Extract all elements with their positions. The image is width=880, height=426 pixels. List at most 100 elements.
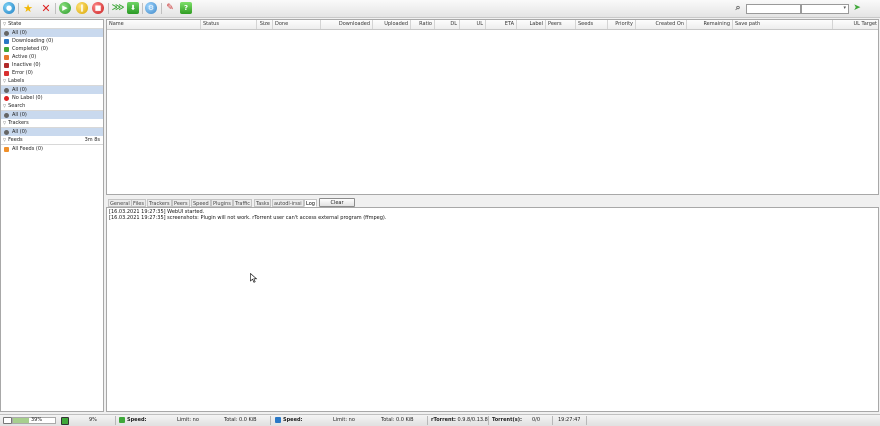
sidebar-item-label: All (0) bbox=[12, 112, 27, 118]
status-divider bbox=[586, 416, 587, 425]
tab-traffic[interactable]: Traffic bbox=[233, 199, 253, 207]
tab-log[interactable]: Log bbox=[304, 199, 317, 207]
log-panel[interactable]: [16.03.2021 19:27:35] WebUI started. [16… bbox=[106, 207, 879, 412]
remove-torrent-x-icon[interactable]: ✕ bbox=[40, 2, 52, 14]
sidebar-item-trackers-all[interactable]: All (0) bbox=[1, 128, 103, 136]
pause-torrent-icon[interactable]: ‖ bbox=[76, 2, 88, 14]
plugins-wrench-icon[interactable]: ✎ bbox=[164, 2, 176, 14]
status-divider bbox=[115, 416, 116, 425]
tab-autodl-irssi[interactable]: autodl-irssi bbox=[272, 199, 304, 207]
rutorrent-globe-icon[interactable]: ● bbox=[3, 2, 15, 14]
trackers-section-header[interactable]: ▽ Trackers bbox=[1, 119, 103, 128]
sidebar-item-active[interactable]: Active (0) bbox=[1, 53, 103, 61]
labels-section-header[interactable]: ▽ Labels bbox=[1, 77, 103, 86]
column-header-uploaded[interactable]: Uploaded bbox=[373, 20, 411, 29]
column-header-ratio[interactable]: Ratio bbox=[411, 20, 435, 29]
sidebar-item-error[interactable]: Error (0) bbox=[1, 69, 103, 77]
toolbar-separator bbox=[108, 3, 109, 14]
tab-trackers[interactable]: Trackers bbox=[147, 199, 172, 207]
column-header-ul[interactable]: UL bbox=[460, 20, 486, 29]
help-question-icon[interactable]: ? bbox=[180, 2, 192, 14]
download-arrow-icon[interactable]: ⬇ bbox=[127, 2, 139, 14]
sidebar-item-downloading[interactable]: Downloading (0) bbox=[1, 37, 103, 45]
column-header-priority[interactable]: Priority bbox=[608, 20, 636, 29]
upload-limit[interactable]: Limit: no bbox=[333, 415, 355, 426]
download-speed-label: Speed: bbox=[127, 417, 147, 423]
tab-speed[interactable]: Speed bbox=[191, 199, 211, 207]
toolbar-separator bbox=[142, 3, 143, 14]
feeds-section-header[interactable]: ▽ Feeds 3m 8s bbox=[1, 136, 103, 145]
sidebar-item-no-label[interactable]: No Label (0) bbox=[1, 94, 103, 102]
chevron-down-icon: ▾ bbox=[843, 5, 846, 11]
column-header-eta[interactable]: ETA bbox=[486, 20, 517, 29]
column-header-done[interactable]: Done bbox=[273, 20, 321, 29]
state-section-header[interactable]: ▽ State bbox=[1, 20, 103, 29]
settings-gear-icon[interactable]: ⚙ bbox=[145, 2, 157, 14]
column-header-peers[interactable]: Peers bbox=[546, 20, 576, 29]
upload-speed-icon bbox=[275, 417, 281, 423]
cpu-usage-percent: 9% bbox=[89, 417, 97, 423]
search-go-arrow-icon[interactable]: ➤ bbox=[851, 2, 863, 14]
sidebar-item-label: Active (0) bbox=[12, 54, 37, 60]
torrent-list-table[interactable]: Name Status Size Done Downloaded Uploade… bbox=[106, 19, 879, 195]
section-title: Feeds bbox=[8, 137, 23, 143]
clock-time: 19:27:47 bbox=[558, 417, 581, 423]
tab-tasks[interactable]: Tasks bbox=[254, 199, 272, 207]
search-section-header[interactable]: ▽ Search bbox=[1, 102, 103, 111]
tab-peers[interactable]: Peers bbox=[172, 199, 190, 207]
column-header-size[interactable]: Size bbox=[257, 20, 273, 29]
clear-log-button[interactable]: Clear bbox=[319, 198, 355, 207]
download-limit[interactable]: Limit: no bbox=[177, 415, 199, 426]
toolbar-separator bbox=[161, 3, 162, 14]
torrent-count-label: Torrent(s): bbox=[492, 417, 522, 423]
search-input[interactable] bbox=[746, 4, 801, 14]
sidebar-item-all-feeds[interactable]: All Feeds (0) bbox=[1, 145, 103, 153]
sidebar-item-label: Inactive (0) bbox=[12, 62, 41, 68]
column-header-save-path[interactable]: Save path bbox=[733, 20, 833, 29]
sidebar-item-label: Downloading (0) bbox=[12, 38, 54, 44]
rss-feeds-icon[interactable]: ⋙ bbox=[112, 2, 125, 14]
column-header-downloaded[interactable]: Downloaded bbox=[321, 20, 373, 29]
sidebar-item-all[interactable]: All (0) bbox=[1, 29, 103, 37]
status-divider bbox=[270, 416, 271, 425]
all-filter-icon bbox=[4, 30, 9, 36]
column-header-created-on[interactable]: Created On bbox=[636, 20, 687, 29]
upload-speed-label: Speed: bbox=[283, 417, 303, 423]
column-header-dl[interactable]: DL bbox=[435, 20, 460, 29]
sidebar-item-label: All (0) bbox=[12, 30, 27, 36]
torrent-count-value: 0/0 bbox=[532, 417, 541, 423]
all-filter-icon bbox=[4, 112, 9, 118]
search-engine-select[interactable]: ▾ bbox=[801, 4, 849, 14]
rtorrent-version-value: 0.9.8/0.13.8 bbox=[457, 417, 488, 423]
column-header-status[interactable]: Status bbox=[201, 20, 257, 29]
cpu-icon bbox=[61, 417, 69, 425]
tab-general[interactable]: General bbox=[108, 199, 132, 207]
search-magnifier-icon[interactable]: ⌕ bbox=[732, 2, 744, 14]
collapse-triangle-icon: ▽ bbox=[3, 21, 7, 26]
disk-usage-percent: 39% bbox=[31, 417, 43, 423]
rtorrent-version: rTorrent: 0.9.8/0.13.8 bbox=[431, 415, 488, 426]
section-title: Search bbox=[8, 103, 26, 109]
column-header-name[interactable]: Name bbox=[107, 20, 201, 29]
column-header-seeds[interactable]: Seeds bbox=[576, 20, 608, 29]
start-torrent-icon[interactable]: ▶ bbox=[59, 2, 71, 14]
sidebar-item-inactive[interactable]: Inactive (0) bbox=[1, 61, 103, 69]
download-total: Total: 0.0 KiB bbox=[224, 417, 257, 423]
sidebar-item-completed[interactable]: Completed (0) bbox=[1, 45, 103, 53]
rtorrent-label: rTorrent: bbox=[431, 417, 456, 423]
stop-torrent-icon[interactable]: ■ bbox=[92, 2, 104, 14]
add-torrent-star-icon[interactable]: ★ bbox=[22, 2, 34, 14]
disk-icon bbox=[3, 417, 12, 424]
collapse-triangle-icon: ▽ bbox=[3, 78, 7, 83]
column-header-remaining[interactable]: Remaining bbox=[687, 20, 733, 29]
section-title: Trackers bbox=[8, 120, 29, 126]
column-header-ul-target[interactable]: UL Target bbox=[833, 20, 879, 29]
status-bar: 39% 9% Speed: Limit: no Total: 0.0 KiB S… bbox=[0, 414, 880, 426]
tab-files[interactable]: Files bbox=[131, 199, 146, 207]
collapse-triangle-icon: ▽ bbox=[3, 137, 7, 142]
sidebar-item-labels-all[interactable]: All (0) bbox=[1, 86, 103, 94]
tab-plugins[interactable]: Plugins bbox=[211, 199, 233, 207]
column-header-label[interactable]: Label bbox=[517, 20, 546, 29]
download-speed-icon bbox=[119, 417, 125, 423]
sidebar-item-search-all[interactable]: All (0) bbox=[1, 111, 103, 119]
